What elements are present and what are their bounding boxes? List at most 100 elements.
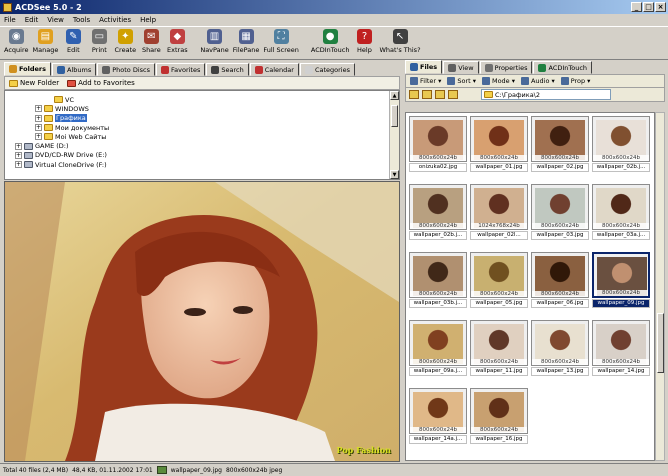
add-favorites-button[interactable]: Add to Favorites	[67, 79, 135, 87]
file-list-toolbar: Filter ▾ Sort ▾ Mode ▾ Audio ▾ Prop ▾	[405, 74, 665, 88]
thumbnail[interactable]: 800x600x24b wallpaper_14.jpg	[592, 320, 652, 385]
help-label: Help	[357, 46, 372, 54]
thumbnail[interactable]: 800x600x24b wallpaper_11.jpg	[470, 320, 530, 385]
thumbnail-dimensions: 800x600x24b	[594, 290, 648, 296]
grid-scrollbar[interactable]	[655, 112, 665, 461]
acdintouch-icon: ●	[322, 29, 338, 44]
thumbnail[interactable]: 800x600x24b wallpaper_02b.j...	[592, 116, 652, 181]
tab-photo-discs[interactable]: Photo Discs	[97, 63, 155, 76]
expand-toggle-icon[interactable]: +	[15, 161, 22, 169]
tree-item[interactable]: + GAME (D:)	[5, 141, 399, 150]
tree-scrollbar[interactable]: ▲ ▼	[389, 91, 399, 179]
thumbnail[interactable]: 800x600x24b wallpaper_09a.j...	[409, 320, 469, 385]
share-icon: ✉	[143, 29, 159, 44]
maximize-button[interactable]: □	[643, 2, 654, 12]
tree-scroll-thumb[interactable]	[391, 105, 398, 127]
thumbnail-image	[535, 256, 585, 296]
expand-toggle-icon[interactable]: +	[35, 114, 42, 122]
menu-tools[interactable]: Tools	[73, 16, 90, 24]
tree-item[interactable]: + Virtual CloneDrive (F:)	[5, 160, 399, 169]
tree-item[interactable]: + DVD/CD-RW Drive (E:)	[5, 151, 399, 160]
close-button[interactable]: ×	[655, 2, 666, 12]
menu-file[interactable]: File	[4, 16, 16, 24]
filepane-button[interactable]: ▦ FilePane	[233, 29, 259, 54]
tab-files[interactable]: Files	[405, 60, 443, 74]
tab-favorites[interactable]: Favorites	[156, 63, 206, 76]
parent-folder-icon[interactable]	[409, 90, 419, 99]
expand-toggle-icon[interactable]: +	[15, 151, 22, 159]
print-button[interactable]: ▭ Print	[88, 29, 110, 54]
thumbnail[interactable]: 800x600x24b wallpaper_16.jpg	[470, 388, 530, 453]
thumbnail[interactable]: 800x600x24b wallpaper_02b.j...	[409, 184, 469, 249]
tab-folders[interactable]: Folders	[4, 62, 52, 76]
title-bar: ACDSee 5.0 - 2 _ □ ×	[0, 0, 668, 14]
tab-view[interactable]: View	[443, 61, 479, 74]
manage-button[interactable]: ▤ Manage	[33, 29, 58, 54]
tab-search[interactable]: Search	[206, 63, 249, 76]
tab-acdintouch[interactable]: ACDInTouch	[533, 61, 593, 74]
full-screen-button[interactable]: ⛶ Full Screen	[263, 29, 299, 54]
tree-item[interactable]: VC	[5, 95, 399, 104]
audio-dropdown[interactable]: Audio ▾	[520, 77, 555, 85]
sort-label: Sort	[457, 77, 471, 85]
tree-item[interactable]: + Moi Web Сайты	[5, 132, 399, 141]
minimize-button[interactable]: _	[631, 2, 642, 12]
tree-item[interactable]: + WINDOWS	[5, 104, 399, 113]
menu-activities[interactable]: Activities	[99, 16, 131, 24]
prop-dropdown[interactable]: Prop ▾	[560, 77, 590, 85]
thumbnail[interactable]: 800x600x24b wallpaper_06.jpg	[531, 252, 591, 317]
extras-button[interactable]: ◆ Extras	[166, 29, 188, 54]
path-input[interactable]: C:\Графика\2	[481, 89, 611, 100]
expand-toggle-icon[interactable]: +	[35, 124, 42, 132]
acdintouch-button[interactable]: ● ACDInTouch	[311, 29, 349, 54]
tree-item[interactable]: + Графика	[5, 114, 399, 123]
back-icon[interactable]	[422, 90, 432, 99]
scroll-up-icon[interactable]: ▲	[390, 91, 399, 100]
properties-icon	[484, 63, 493, 72]
thumbnail[interactable]: 800x600x24b wallpaper_01.jpg	[470, 116, 530, 181]
thumbnail-dimensions: 800x600x24b	[410, 359, 466, 365]
thumbnail[interactable]: 800x600x24b wallpaper_02.jpg	[531, 116, 591, 181]
tab-calendar[interactable]: Calendar	[249, 63, 299, 76]
thumbnail[interactable]: 800x600x24b wallpaper_03.jpg	[531, 184, 591, 249]
tab-categories[interactable]: Categories	[299, 63, 355, 76]
image-preview[interactable]: Pop Fashion	[4, 181, 400, 462]
grid-scroll-thumb[interactable]	[657, 313, 664, 373]
thumbnail[interactable]: 800x600x24b onizuka02.jpg	[409, 116, 469, 181]
menu-help[interactable]: Help	[140, 16, 156, 24]
help-button[interactable]: ? Help	[353, 29, 375, 54]
thumbnail-frame: 800x600x24b	[592, 116, 650, 162]
tree-item[interactable]: + Мои документы	[5, 123, 399, 132]
share-button[interactable]: ✉ Share	[140, 29, 162, 54]
thumbnail[interactable]: 800x600x24b wallpaper_03b.j...	[409, 252, 469, 317]
right-pane: Files View Properties ACDInTouch Filter ▾ Sor…	[405, 60, 665, 461]
menu-view[interactable]: View	[47, 16, 64, 24]
thumbnail-filename: wallpaper_06.jpg	[531, 299, 589, 308]
navpane-button[interactable]: ▥ NavPane	[200, 29, 229, 54]
tab-properties[interactable]: Properties	[479, 61, 533, 74]
tab-albums[interactable]: Albums	[52, 63, 97, 76]
thumbnail[interactable]: 1024x768x24b wallpaper_02l...	[470, 184, 530, 249]
thumbnail[interactable]: 800x600x24b wallpaper_13.jpg	[531, 320, 591, 385]
mode-dropdown[interactable]: Mode ▾	[481, 77, 515, 85]
create-button[interactable]: ✦ Create	[114, 29, 136, 54]
sort-dropdown[interactable]: Sort ▾	[447, 77, 476, 85]
edit-button[interactable]: ✎ Edit	[62, 29, 84, 54]
thumbnail[interactable]: 800x600x24b wallpaper_03a.j...	[592, 184, 652, 249]
thumbnail[interactable]: 800x600x24b wallpaper_09.jpg	[592, 252, 652, 317]
folder-icon	[44, 133, 53, 141]
up-icon[interactable]	[448, 90, 458, 99]
expand-toggle-icon[interactable]: +	[35, 133, 42, 141]
tab-label: Search	[221, 65, 244, 74]
forward-icon[interactable]	[435, 90, 445, 99]
thumbnail[interactable]: 800x600x24b wallpaper_05.jpg	[470, 252, 530, 317]
what-s-this-button[interactable]: ↖ What's This?	[379, 29, 421, 54]
filter-dropdown[interactable]: Filter ▾	[410, 77, 441, 85]
new-folder-button[interactable]: New Folder	[9, 79, 59, 87]
expand-toggle-icon[interactable]: +	[35, 105, 42, 113]
expand-toggle-icon[interactable]: +	[15, 142, 22, 150]
thumbnail[interactable]: 800x600x24b wallpaper_14a.j...	[409, 388, 469, 453]
menu-edit[interactable]: Edit	[25, 16, 39, 24]
scroll-down-icon[interactable]: ▼	[390, 170, 399, 179]
acquire-button[interactable]: ◉ Acquire	[4, 29, 29, 54]
